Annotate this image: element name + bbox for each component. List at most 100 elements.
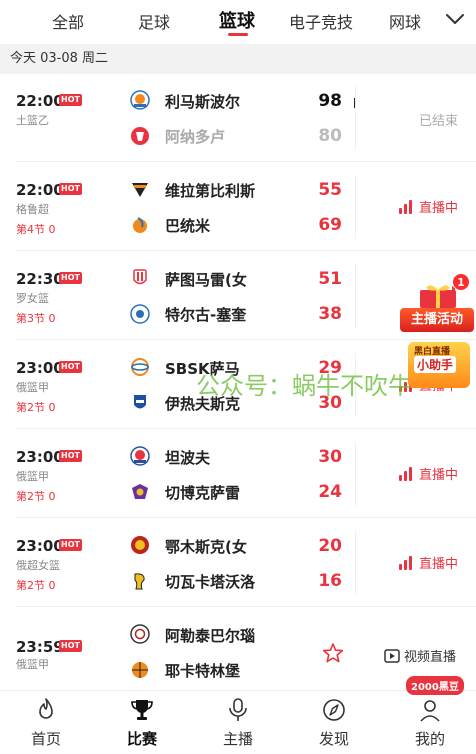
home-team-logo-icon: [131, 358, 149, 376]
away-team-logo-icon: [134, 395, 146, 409]
away-team-name: 切博克萨雷: [165, 484, 241, 502]
league-name: 罗女篮: [16, 292, 49, 305]
row-divider: [16, 250, 476, 251]
hot-badge: HOT: [59, 539, 82, 551]
nav-home[interactable]: 首页: [8, 691, 84, 754]
match-period: 第3节 0: [16, 312, 56, 325]
hot-badge: HOT: [59, 640, 82, 652]
nav-anchor[interactable]: 主播: [200, 691, 276, 754]
home-team-logo-icon: [131, 536, 149, 554]
microphone-icon: [229, 698, 247, 721]
column-divider: [355, 175, 356, 239]
user-icon: [420, 700, 440, 722]
tab-esports[interactable]: 电子竞技: [289, 9, 353, 33]
away-team-name: 切瓦卡塔沃洛: [165, 573, 256, 591]
hot-badge: HOT: [59, 361, 82, 373]
tab-football[interactable]: 足球: [138, 9, 170, 33]
live-status[interactable]: 直播中: [398, 197, 458, 216]
home-team-logo-icon: [133, 269, 147, 285]
video-live-button[interactable]: 视频直播: [384, 646, 456, 665]
row-divider: [16, 606, 476, 607]
away-team-logo-icon: [134, 573, 145, 590]
column-divider: [355, 86, 356, 150]
home-score: 98: [318, 91, 342, 111]
home-team-name: 利马斯波尔: [165, 93, 241, 111]
away-score: 24: [318, 482, 342, 502]
live-bars-icon: [398, 555, 415, 570]
video-icon: [384, 648, 400, 663]
live-status[interactable]: 直播中: [398, 553, 458, 572]
hot-badge: HOT: [59, 183, 82, 195]
promo-assistant-label: 小助手: [414, 356, 457, 373]
match-row[interactable]: 23:00 HOT 俄篮甲 第2节 0 坦波夫 30 切博克萨雷 24 直播中: [0, 430, 476, 518]
tab-all[interactable]: 全部: [52, 9, 84, 33]
away-team-logo-icon: [131, 127, 149, 145]
away-team-logo-icon: [133, 217, 147, 233]
match-period: 第2节 0: [16, 401, 56, 414]
live-status-label: 直播中: [418, 468, 458, 483]
home-team-name: 阿勒泰巴尔瑙: [165, 627, 256, 645]
hot-badge: HOT: [59, 272, 82, 284]
match-period: 第2节 0: [16, 579, 56, 592]
match-time: 22:00: [16, 181, 64, 199]
favorite-star-icon[interactable]: [322, 642, 344, 664]
nav-home-label: 首页: [30, 730, 61, 748]
live-status[interactable]: 直播中: [398, 464, 458, 483]
video-live-label: 视频直播: [404, 650, 457, 665]
nav-matches[interactable]: 比赛: [104, 691, 180, 754]
league-name: 俄篮甲: [16, 381, 49, 394]
league-name: 俄篮甲: [16, 658, 49, 671]
promo-anchor-activity[interactable]: 主播活动: [400, 308, 474, 332]
match-row[interactable]: 22:00 HOT 格鲁超 第4节 0 维拉第比利斯 55 巴统米 69 直播中: [0, 163, 476, 251]
away-team-name: 特尔古-塞奎: [165, 306, 247, 324]
away-team-logo-icon: [132, 484, 148, 499]
hot-badge: HOT: [59, 450, 82, 462]
home-score: 51: [318, 269, 342, 289]
match-time: 23:59: [16, 638, 64, 656]
flame-icon: [39, 698, 53, 719]
trophy-icon: [131, 700, 153, 720]
compass-icon: [323, 699, 345, 721]
league-name: 俄超女篮: [16, 559, 60, 572]
home-score: 30: [318, 447, 342, 467]
beans-badge: 2000黑豆: [406, 676, 464, 695]
away-team-logo-icon: [132, 662, 148, 678]
home-score: 20: [318, 536, 342, 556]
row-divider: [16, 517, 476, 518]
live-status-label: 直播中: [418, 201, 458, 216]
home-team-name: 坦波夫: [165, 449, 211, 467]
nav-profile[interactable]: 我的: [392, 691, 468, 754]
away-team-name: 巴统米: [165, 217, 211, 235]
nav-discover-label: 发现: [318, 730, 349, 748]
match-status: 已结束: [418, 114, 458, 129]
live-bars-icon: [398, 199, 415, 214]
sport-tabs: 全部 足球 篮球 电子竞技 网球: [0, 0, 476, 42]
match-row[interactable]: 22:00 HOT 土篮乙 利马斯波尔 98 阿纳多卢 80 已结束: [0, 74, 476, 162]
away-team-name: 阿纳多卢: [165, 128, 226, 146]
home-team-logo-icon: [132, 183, 148, 197]
away-score: 80: [318, 126, 342, 146]
home-team-logo-icon: [130, 624, 150, 644]
nav-profile-label: 我的: [414, 730, 445, 748]
nav-anchor-label: 主播: [222, 730, 253, 748]
live-bars-icon: [398, 466, 415, 481]
home-team-logo-icon: [130, 90, 150, 110]
nav-discover[interactable]: 发现: [296, 691, 372, 754]
home-score: 55: [318, 180, 342, 200]
column-divider: [355, 264, 356, 328]
match-time: 22:00: [16, 92, 64, 110]
chevron-down-icon[interactable]: [444, 10, 466, 28]
match-period: 第4节 0: [16, 223, 56, 236]
league-name: 俄篮甲: [16, 470, 49, 483]
match-time: 22:30: [16, 270, 64, 288]
match-row[interactable]: 23:00 HOT 俄超女篮 第2节 0 鄂木斯克(女 20 切瓦卡塔沃洛 16…: [0, 519, 476, 607]
match-time: 23:00: [16, 448, 64, 466]
column-divider: [355, 442, 356, 506]
home-team-name: 维拉第比利斯: [165, 182, 256, 200]
tab-tennis[interactable]: 网球: [389, 9, 421, 33]
match-period: 第2节 0: [16, 490, 56, 503]
away-team-logo-icon: [130, 304, 150, 324]
tab-basketball[interactable]: 篮球: [219, 7, 255, 33]
league-name: 格鲁超: [16, 203, 49, 216]
home-team-logo-icon: [130, 446, 150, 466]
